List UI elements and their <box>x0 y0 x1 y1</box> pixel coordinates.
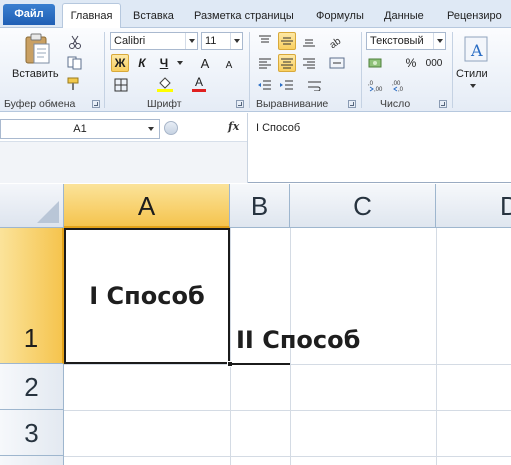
svg-text:,00: ,00 <box>374 87 383 92</box>
tab-review[interactable]: Рецензиро <box>447 6 502 28</box>
formula-bar: A1 fx I Способ <box>0 113 511 183</box>
format-painter-icon[interactable] <box>66 75 84 93</box>
font-color-letter: A <box>194 74 203 89</box>
svg-text:A: A <box>470 41 483 60</box>
font-color-bar <box>192 88 206 92</box>
formula-bar-divider <box>247 113 248 183</box>
increase-indent-icon[interactable] <box>278 76 296 94</box>
grow-font-button[interactable]: A <box>196 54 214 72</box>
gridline <box>64 410 511 411</box>
row-header-2[interactable]: 2 <box>0 364 64 410</box>
number-launcher-icon[interactable] <box>439 100 447 108</box>
shrink-font-button[interactable]: A <box>220 56 238 74</box>
gridline <box>64 456 511 457</box>
tab-file[interactable]: Файл <box>3 4 55 25</box>
bold-button[interactable]: Ж <box>111 54 129 72</box>
tab-page-layout[interactable]: Разметка страницы <box>194 6 294 28</box>
orientation-icon[interactable]: ab <box>328 32 346 50</box>
row-header-3[interactable]: 3 <box>0 410 64 456</box>
align-bottom-icon[interactable] <box>300 32 318 50</box>
styles-button-label[interactable]: Стили <box>456 68 488 80</box>
alignment-launcher-icon[interactable] <box>348 100 356 108</box>
column-header-c[interactable]: C <box>290 184 436 228</box>
cut-icon[interactable] <box>66 33 84 51</box>
group-divider <box>452 32 453 108</box>
gridline <box>230 228 231 465</box>
increase-decimal-icon[interactable]: ,0,00 <box>368 76 386 94</box>
chevron-down-icon[interactable] <box>185 33 197 49</box>
alignment-group-label: Выравнивание <box>256 98 329 110</box>
clipboard-launcher-icon[interactable] <box>92 100 100 108</box>
svg-text:,0: ,0 <box>368 81 374 87</box>
ribbon-home: Вставить Буфер обмена Calibri 11 Ж К Ч A… <box>0 28 511 112</box>
insert-function-button[interactable]: fx <box>228 120 239 133</box>
row-header-1[interactable]: 1 <box>0 228 64 364</box>
name-box[interactable]: A1 <box>0 119 160 139</box>
tab-insert[interactable]: Вставка <box>133 6 174 28</box>
row-header-4[interactable] <box>0 456 64 465</box>
clipboard-group-label: Буфер обмена <box>4 98 76 110</box>
gridline <box>436 228 437 465</box>
chevron-down-icon[interactable] <box>433 33 445 49</box>
tab-home[interactable]: Главная <box>62 3 121 29</box>
currency-icon[interactable] <box>368 54 386 72</box>
borders-icon[interactable] <box>112 76 130 94</box>
formula-input[interactable]: I Способ <box>256 122 300 134</box>
font-size-value: 11 <box>205 35 217 47</box>
copy-icon[interactable] <box>66 54 84 72</box>
tab-formulas[interactable]: Формулы <box>316 6 364 28</box>
align-middle-icon[interactable] <box>278 32 296 50</box>
decrease-decimal-icon[interactable]: ,00,0 <box>392 76 410 94</box>
font-launcher-icon[interactable] <box>236 100 244 108</box>
font-name-value: Calibri <box>114 35 146 47</box>
column-header-d[interactable]: D <box>436 184 511 228</box>
number-group-label: Число <box>380 98 411 110</box>
percent-button[interactable]: % <box>402 54 420 72</box>
underline-dropdown-icon[interactable] <box>177 61 183 65</box>
wrap-text-icon[interactable] <box>306 76 324 94</box>
column-header-b[interactable]: B <box>230 184 290 228</box>
svg-text:ab: ab <box>329 36 344 48</box>
font-group-label: Шрифт <box>147 98 182 110</box>
font-name-combo[interactable]: Calibri <box>110 32 198 50</box>
align-top-icon[interactable] <box>256 32 274 50</box>
paste-label[interactable]: Вставить <box>12 68 59 80</box>
align-left-icon[interactable] <box>256 54 274 72</box>
column-header-a[interactable]: A <box>64 184 230 228</box>
merge-center-icon[interactable] <box>328 54 346 72</box>
align-center-icon[interactable] <box>278 54 296 72</box>
cell-b1-text[interactable]: II Способ <box>236 326 360 354</box>
formula-bar-resize-handle[interactable] <box>164 121 178 135</box>
decrease-indent-icon[interactable] <box>256 76 274 94</box>
tab-data[interactable]: Данные <box>384 6 424 28</box>
ribbon-tab-bar: Файл Главная Вставка Разметка страницы Ф… <box>0 0 511 29</box>
paste-icon <box>25 33 50 64</box>
group-divider <box>361 32 362 108</box>
font-color-button[interactable]: A <box>190 74 208 92</box>
group-divider <box>249 32 250 108</box>
thousands-separator-button[interactable]: 000 <box>424 54 444 72</box>
number-format-combo[interactable]: Текстовый <box>366 32 446 50</box>
chevron-down-icon[interactable] <box>148 127 154 131</box>
worksheet-grid[interactable]: A B C D 1 2 3 I Способ II Способ <box>0 184 511 465</box>
group-divider <box>104 32 105 108</box>
paste-button[interactable] <box>22 32 52 66</box>
italic-button[interactable]: К <box>133 54 151 72</box>
fill-color-icon[interactable] <box>156 74 174 92</box>
number-format-value: Текстовый <box>370 35 424 47</box>
align-right-icon[interactable] <box>300 54 318 72</box>
styles-icon[interactable]: A <box>462 34 490 66</box>
font-size-combo[interactable]: 11 <box>201 32 243 50</box>
underline-button[interactable]: Ч <box>155 54 173 72</box>
cell-b1-bottom-border <box>230 363 290 365</box>
formula-bar-empty-area <box>0 141 247 183</box>
svg-text:,0: ,0 <box>398 87 404 92</box>
select-all-button[interactable] <box>0 184 64 228</box>
styles-dropdown-icon[interactable] <box>470 84 476 88</box>
chevron-down-icon[interactable] <box>230 33 242 49</box>
cell-a1-text: I Способ <box>89 282 205 310</box>
